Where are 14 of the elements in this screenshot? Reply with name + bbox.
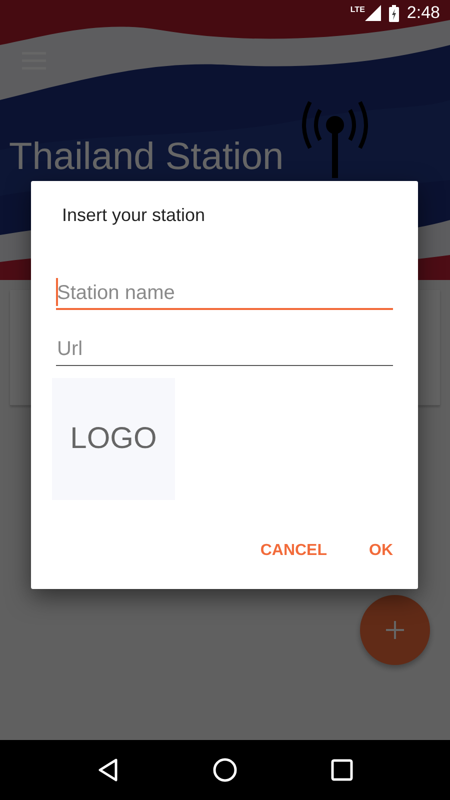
app-title: Thailand Station [8, 136, 285, 179]
text-field[interactable]: Url [56, 326, 393, 366]
cancel-button[interactable]: CANCEL [250, 534, 337, 568]
back-icon[interactable] [97, 758, 119, 782]
text-field[interactable]: Station name [56, 270, 393, 310]
logo-placeholder[interactable]: LOGO [52, 378, 175, 500]
recents-icon[interactable] [331, 759, 353, 781]
dialog-title: Insert your station [61, 205, 206, 226]
signal-icon [364, 5, 381, 21]
home-icon[interactable] [213, 758, 237, 782]
ok-button[interactable]: OK [359, 534, 403, 568]
clock-time: 2:48 [406, 3, 440, 23]
network-label: LTE [350, 4, 365, 14]
plus-icon [385, 620, 405, 640]
